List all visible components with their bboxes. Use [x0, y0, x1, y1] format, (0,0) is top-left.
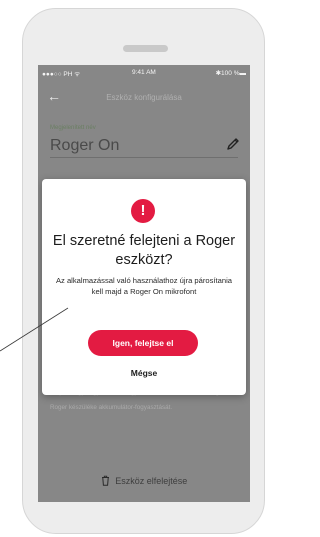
- home-button[interactable]: [121, 510, 167, 526]
- display-name-field[interactable]: Roger On: [50, 137, 119, 155]
- dialog-message: Az alkalmazással való használathoz újra …: [55, 276, 233, 296]
- phone-speaker: [123, 45, 168, 52]
- status-time: 9:41 AM: [132, 69, 156, 76]
- forget-confirm-dialog: ! El szeretné felejteni a Roger eszközt?…: [42, 179, 246, 395]
- status-bar: ●●●○○ PH ᯤ 9:41 AM ✱100 %▬: [38, 65, 250, 81]
- confirm-forget-button[interactable]: Igen, felejtse el: [88, 330, 198, 356]
- phone-frame: ●●●○○ PH ᯤ 9:41 AM ✱100 %▬ ← Eszköz konf…: [22, 8, 265, 534]
- alert-icon: !: [131, 199, 155, 223]
- cancel-button[interactable]: Mégse: [42, 368, 246, 378]
- battery-indicator: ✱100 %▬: [215, 70, 246, 77]
- carrier-signal: ●●●○○ PH ᯤ: [42, 71, 81, 78]
- nav-bar: ← Eszköz konfigurálása: [38, 81, 250, 115]
- forget-device-label: Eszköz elfelejtése: [115, 476, 188, 486]
- app-screen: ●●●○○ PH ᯤ 9:41 AM ✱100 %▬ ← Eszköz konf…: [38, 65, 250, 502]
- field-underline: [50, 157, 238, 158]
- forget-device-button[interactable]: Eszköz elfelejtése: [38, 475, 250, 486]
- pencil-icon[interactable]: [226, 137, 240, 151]
- display-name-label: Megjelenített név: [50, 125, 96, 131]
- trash-icon: [101, 475, 109, 486]
- page-title: Eszköz konfigurálása: [106, 93, 182, 102]
- dialog-title: El szeretné felejteni a Roger eszközt?: [52, 233, 236, 268]
